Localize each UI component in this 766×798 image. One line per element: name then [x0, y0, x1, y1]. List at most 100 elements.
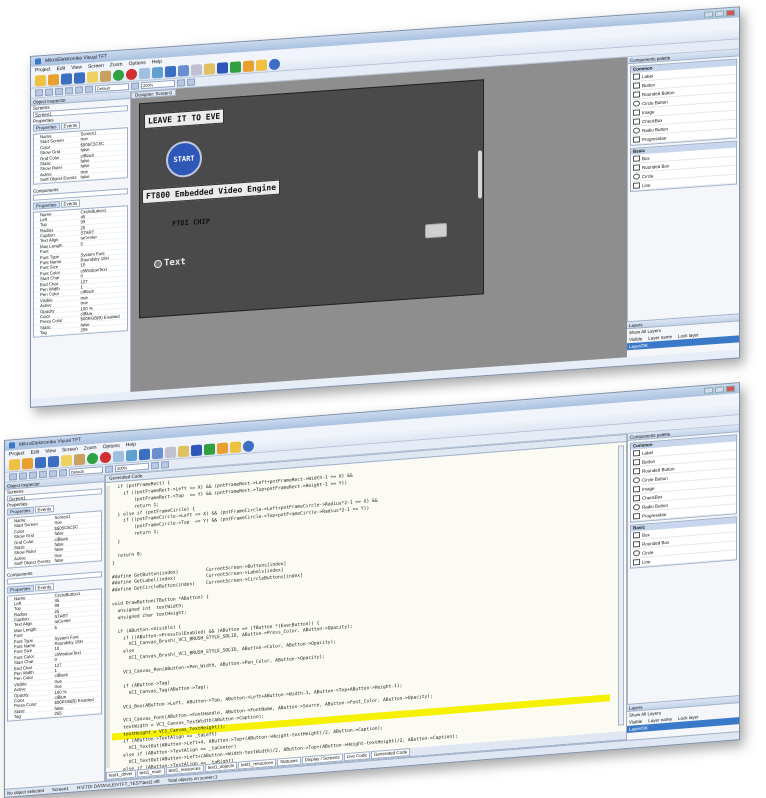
tab-properties[interactable]: Properties: [7, 506, 34, 516]
add-screen-icon[interactable]: [87, 452, 98, 465]
project-settings-icon[interactable]: [74, 453, 85, 466]
save-icon[interactable]: [35, 456, 46, 469]
label-ftdi-chip[interactable]: FTDI CHIP: [172, 217, 210, 228]
start-circle-button[interactable]: START: [166, 139, 202, 179]
align-middle-icon[interactable]: [49, 469, 57, 478]
open-folder-icon[interactable]: [48, 73, 59, 86]
label-leave-it-to-eve[interactable]: LEAVE IT TO EVE: [144, 108, 225, 130]
minimize-icon[interactable]: [704, 387, 713, 394]
default-select[interactable]: Default: [95, 83, 129, 93]
close-project-icon[interactable]: [87, 71, 98, 84]
copy-screen-icon[interactable]: [113, 450, 124, 463]
align-right-icon[interactable]: [55, 87, 63, 96]
tab-events[interactable]: Events: [60, 198, 81, 208]
close-project-icon[interactable]: [61, 454, 72, 467]
align-center-icon[interactable]: [19, 472, 27, 480]
tab-events[interactable]: Events: [60, 121, 81, 130]
menu-edit[interactable]: Edit: [57, 66, 66, 73]
generate-code-icon[interactable]: [243, 60, 254, 73]
zoom-out-icon[interactable]: [151, 461, 159, 470]
menu-project[interactable]: Project: [35, 67, 51, 74]
align-middle-icon[interactable]: [75, 86, 83, 94]
build-icon[interactable]: [217, 62, 228, 74]
tab-properties[interactable]: Properties: [7, 584, 34, 594]
tab-events[interactable]: Events: [34, 582, 55, 592]
paste-icon[interactable]: [204, 63, 215, 75]
menu-view[interactable]: View: [71, 64, 82, 71]
zoom-select[interactable]: 200%: [141, 79, 175, 90]
window-controls[interactable]: [704, 9, 735, 18]
minimize-icon[interactable]: [704, 11, 713, 18]
align-left-icon[interactable]: [35, 89, 43, 97]
label-ft800-engine[interactable]: FT800 Embedded Video Engine: [142, 179, 281, 205]
zoom-out-icon[interactable]: [177, 79, 185, 87]
menu-options[interactable]: Options: [129, 60, 146, 67]
tft-screen[interactable]: LEAVE IT TO EVE START FT800 Embedded Vid…: [139, 79, 484, 319]
menu-help[interactable]: Help: [152, 59, 162, 66]
cut-icon[interactable]: [178, 64, 189, 77]
menu-screen[interactable]: Screen: [88, 63, 104, 70]
save-all-icon[interactable]: [74, 72, 85, 84]
align-bottom-icon[interactable]: [85, 85, 93, 94]
add-screen-icon[interactable]: [113, 69, 124, 82]
image-icon[interactable]: [152, 66, 163, 79]
close-icon[interactable]: [726, 385, 735, 393]
screen-scrollbar[interactable]: [478, 150, 482, 199]
menu-view[interactable]: View: [45, 448, 56, 455]
zoom-in-icon[interactable]: [161, 461, 169, 469]
menu-help[interactable]: Help: [126, 442, 136, 449]
copy-icon[interactable]: [165, 446, 176, 459]
run-icon[interactable]: [204, 443, 215, 456]
align-top-icon[interactable]: [39, 470, 47, 479]
zoom-select[interactable]: 200%: [115, 462, 149, 473]
new-project-icon[interactable]: [9, 458, 20, 471]
menu-project[interactable]: Project: [9, 450, 25, 457]
default-select[interactable]: Default: [69, 466, 103, 476]
tab-properties[interactable]: Properties: [33, 200, 60, 210]
help-icon[interactable]: [243, 440, 254, 453]
grid-icon[interactable]: [131, 82, 139, 90]
menu-edit[interactable]: Edit: [31, 449, 40, 456]
paste-icon[interactable]: [178, 445, 189, 458]
menu-zoom[interactable]: Zoom: [84, 445, 97, 452]
align-left-icon[interactable]: [9, 472, 17, 481]
menu-zoom[interactable]: Zoom: [110, 62, 123, 69]
generate-code-icon[interactable]: [217, 442, 228, 455]
code-editor[interactable]: Generated Code if (pntFrameRect) { if ((…: [105, 433, 627, 782]
rounded-button[interactable]: [425, 222, 447, 239]
undo-icon[interactable]: [165, 65, 176, 78]
build-icon[interactable]: [191, 444, 202, 457]
code-scrollbar[interactable]: [618, 445, 624, 726]
align-right-icon[interactable]: [29, 471, 37, 480]
copy-screen-icon[interactable]: [139, 67, 150, 80]
new-project-icon[interactable]: [35, 74, 46, 87]
window-controls[interactable]: [704, 385, 735, 394]
run-icon[interactable]: [230, 61, 241, 74]
menu-screen[interactable]: Screen: [62, 446, 78, 453]
options-icon[interactable]: [256, 59, 267, 72]
close-icon[interactable]: [726, 9, 735, 17]
remove-screen-icon[interactable]: [126, 68, 137, 81]
options-icon[interactable]: [230, 441, 241, 454]
project-settings-icon[interactable]: [100, 70, 111, 83]
open-folder-icon[interactable]: [22, 457, 33, 470]
maximize-icon[interactable]: [715, 10, 724, 18]
save-icon[interactable]: [61, 73, 72, 85]
image-icon[interactable]: [126, 449, 137, 462]
remove-screen-icon[interactable]: [100, 451, 111, 464]
tab-properties[interactable]: Properties: [33, 122, 60, 132]
cut-icon[interactable]: [152, 447, 163, 460]
align-top-icon[interactable]: [65, 86, 73, 95]
maximize-icon[interactable]: [715, 386, 724, 394]
undo-icon[interactable]: [139, 448, 150, 461]
align-bottom-icon[interactable]: [59, 469, 67, 477]
copy-icon[interactable]: [191, 63, 202, 76]
save-all-icon[interactable]: [48, 455, 59, 468]
help-icon[interactable]: [269, 58, 280, 71]
code-lines[interactable]: if (pntFrameRect) { if ((pntFrameRect->L…: [112, 446, 610, 775]
grid-icon[interactable]: [105, 465, 113, 474]
tab-events[interactable]: Events: [34, 505, 55, 514]
align-center-icon[interactable]: [45, 88, 53, 96]
zoom-in-icon[interactable]: [187, 78, 195, 87]
radio-button-text[interactable]: Text: [154, 257, 186, 269]
